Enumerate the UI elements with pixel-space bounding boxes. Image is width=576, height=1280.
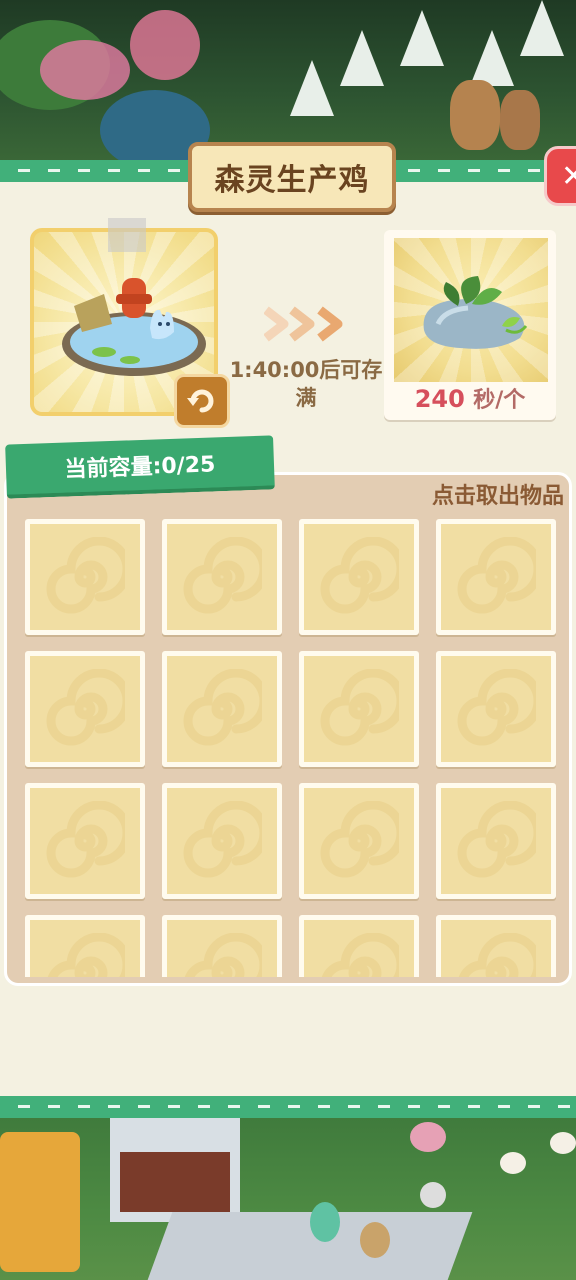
storage-slot[interactable] (162, 783, 282, 899)
sheep-sprite (550, 1132, 576, 1154)
sheep-sprite (420, 1182, 446, 1208)
production-rate: 240 秒/个 (384, 382, 556, 414)
owl-sprite (360, 1222, 390, 1258)
flower-bush (40, 40, 130, 100)
storage-slot[interactable] (299, 783, 419, 899)
spiral-slot-icon (457, 801, 536, 878)
snow-tree (290, 60, 334, 116)
storage-slot[interactable] (25, 651, 145, 767)
spiral-slot-icon (183, 801, 262, 878)
chevron-right-icon (264, 306, 343, 342)
shop-door (120, 1152, 230, 1212)
storage-slot[interactable] (162, 519, 282, 635)
dialog-title: 森灵生产鸡 (214, 163, 370, 198)
storage-slot[interactable] (299, 651, 419, 767)
spiral-slot-icon (320, 537, 399, 614)
spiral-slot-icon (183, 669, 262, 746)
storage-slot[interactable] (25, 915, 145, 977)
dialog-title-plate: 森灵生产鸡 (188, 142, 396, 212)
storage-slot[interactable] (25, 519, 145, 635)
capacity-banner: 当前容量:0/25 (5, 435, 275, 499)
spiral-slot-icon (457, 669, 536, 746)
refresh-button[interactable] (174, 374, 230, 428)
close-button[interactable]: ✕ (544, 146, 576, 206)
fill-time-text: 1:40:00后可存满 (229, 358, 383, 410)
spiral-slot-icon (47, 933, 125, 977)
spiral-slot-icon (46, 537, 125, 614)
product-card: 240 秒/个 (384, 230, 556, 420)
take-out-hint: 点击取出物品 (431, 484, 564, 509)
spiral-slot-icon (183, 537, 262, 614)
snow-tree (400, 10, 444, 66)
building-decoration (0, 1132, 80, 1272)
storage-slot[interactable] (436, 783, 556, 899)
storage-grid-viewport[interactable] (17, 513, 559, 977)
storage-slot[interactable] (162, 651, 282, 767)
storage-slot[interactable] (436, 915, 556, 977)
capacity-label: 当前容量:0/25 (64, 452, 216, 483)
rate-value: 240 (414, 385, 465, 413)
storage-slot[interactable] (299, 519, 419, 635)
close-icon: ✕ (561, 158, 576, 194)
sheep-sprite (500, 1152, 526, 1174)
spiral-slot-icon (46, 669, 125, 746)
storage-slot[interactable] (162, 915, 282, 977)
game-scene-bottom (0, 1112, 576, 1280)
storage-panel (4, 472, 572, 986)
rate-unit: 秒/个 (473, 388, 526, 413)
snow-tree (470, 30, 514, 86)
storage-slot[interactable] (436, 651, 556, 767)
tape-decoration (108, 218, 146, 252)
spiral-slot-icon (320, 801, 399, 878)
storage-slot[interactable] (299, 915, 419, 977)
mushroom-decoration (450, 80, 500, 150)
spiral-slot-icon (321, 933, 399, 977)
storage-slot[interactable] (25, 783, 145, 899)
spiral-slot-icon (184, 933, 262, 977)
dialog-bottom-border (0, 1096, 576, 1118)
refresh-icon (187, 389, 214, 413)
spiral-slot-icon (46, 801, 125, 878)
storage-slot[interactable] (436, 519, 556, 635)
snow-tree (520, 0, 564, 56)
spiral-slot-icon (458, 933, 536, 977)
spiral-slot-icon (457, 537, 536, 614)
flower-bush (130, 10, 200, 80)
spiral-slot-icon (320, 669, 399, 746)
mushroom-decoration (500, 90, 540, 150)
character-sprite (310, 1202, 340, 1242)
leaf-stone-icon (423, 276, 528, 349)
product-image-area (394, 238, 548, 382)
pig-sprite (410, 1122, 446, 1152)
snow-tree (340, 30, 384, 86)
